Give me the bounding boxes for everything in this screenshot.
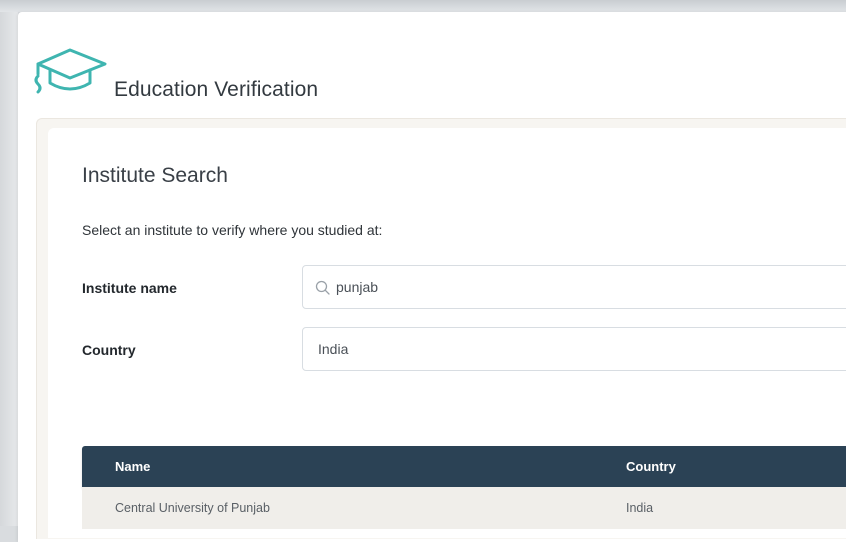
page-title: Education Verification: [114, 78, 319, 101]
column-header-name[interactable]: Name: [115, 459, 150, 474]
country-field[interactable]: India: [302, 327, 846, 371]
instructions-text: Select an institute to verify where you …: [82, 222, 383, 238]
search-icon: [315, 280, 330, 295]
institute-search-value: punjab: [336, 279, 379, 295]
institute-search-input[interactable]: punjab: [302, 265, 846, 309]
window-top-edge: [0, 0, 846, 12]
section-title: Institute Search: [82, 164, 228, 187]
column-header-country[interactable]: Country: [626, 459, 676, 474]
window-left-edge: [0, 12, 18, 526]
institute-name-label: Institute name: [82, 280, 177, 296]
institute-results-table: Name Country Central University of Punja…: [82, 446, 846, 529]
row-institute-name: Central University of Punjab: [115, 501, 270, 515]
table-header: Name Country: [82, 446, 846, 487]
country-value: India: [318, 341, 349, 357]
row-country: India: [626, 501, 654, 515]
table-row[interactable]: Central University of Punjab India: [82, 487, 846, 529]
graduation-cap-icon: [34, 48, 107, 94]
country-label: Country: [82, 342, 136, 358]
